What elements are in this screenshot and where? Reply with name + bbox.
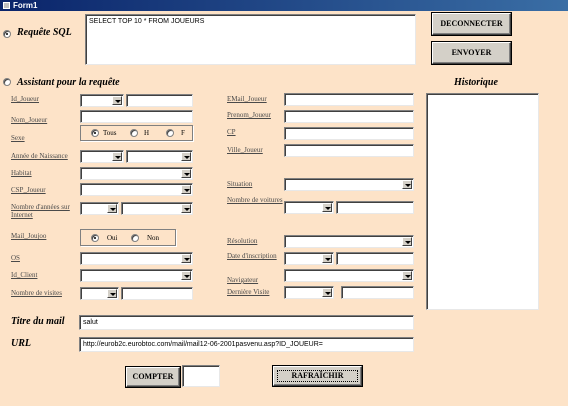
id-joueur-operator-combo[interactable] xyxy=(80,94,124,107)
label-navigateur: Navigateur xyxy=(227,276,259,284)
label-sexe: Sexe xyxy=(11,134,25,142)
sexe-tous-radio[interactable] xyxy=(91,129,99,137)
chevron-down-icon[interactable] xyxy=(112,96,122,105)
url-input[interactable]: http://eurob2c.eurobtoc.com/mail/mail12-… xyxy=(79,337,414,352)
cp-input[interactable] xyxy=(284,127,414,140)
id-joueur-input[interactable] xyxy=(126,94,193,107)
label-cp: CP xyxy=(227,128,236,136)
label-annee-naissance: Année de Naissance xyxy=(11,152,68,160)
assistant-heading: Assistant pour la requête xyxy=(17,77,120,88)
window-title: Form1 xyxy=(13,1,38,10)
count-button[interactable]: COMPTER xyxy=(126,367,180,387)
send-button[interactable]: ENVOYER xyxy=(432,42,511,64)
sql-heading: Requête SQL xyxy=(17,27,72,38)
mail-oui-radio[interactable] xyxy=(91,234,99,242)
chevron-down-icon[interactable] xyxy=(107,204,117,213)
navigateur-combo[interactable] xyxy=(284,269,414,282)
prenom-joueur-input[interactable] xyxy=(284,110,414,123)
mail-non-label: Non xyxy=(147,234,160,242)
situation-combo[interactable] xyxy=(284,178,414,191)
label-prenom-joueur: Prenom_Joueur xyxy=(227,111,271,119)
nom-joueur-input[interactable] xyxy=(80,110,193,123)
chevron-down-icon[interactable] xyxy=(112,152,122,161)
chevron-down-icon[interactable] xyxy=(322,288,332,297)
label-ville-joueur: Ville_Joueur xyxy=(227,146,263,154)
sexe-h-radio[interactable] xyxy=(130,129,138,137)
label-id-joueur: Id_Joueur xyxy=(11,95,39,103)
disconnect-button[interactable]: DECONNECTER xyxy=(432,13,511,35)
csp-combo[interactable] xyxy=(80,183,193,196)
chevron-down-icon[interactable] xyxy=(402,180,412,189)
chevron-down-icon[interactable] xyxy=(402,237,412,246)
derniere-visite-input[interactable] xyxy=(341,286,414,299)
window-icon xyxy=(3,2,10,9)
label-email-joueur: EMail_Joueur xyxy=(227,95,267,103)
chevron-down-icon[interactable] xyxy=(402,271,412,280)
label-situation: Situation xyxy=(227,180,253,188)
resolution-combo[interactable] xyxy=(284,235,414,248)
label-derniere-visite: Dernière Visite xyxy=(227,288,270,296)
chevron-down-icon[interactable] xyxy=(181,152,191,161)
sql-mode-radio[interactable] xyxy=(3,30,11,38)
nb-visites-operator-combo[interactable] xyxy=(80,287,119,300)
mail-title-input[interactable]: salut xyxy=(79,315,414,330)
chevron-down-icon[interactable] xyxy=(181,185,191,194)
chevron-down-icon[interactable] xyxy=(181,271,191,280)
history-heading: Historique xyxy=(454,77,498,88)
date-inscription-operator-combo[interactable] xyxy=(284,252,334,265)
nb-voitures-operator-combo[interactable] xyxy=(284,201,334,214)
label-id-client: Id_Client xyxy=(11,271,38,279)
title-bar: Form1 xyxy=(0,0,568,11)
id-client-combo[interactable] xyxy=(80,269,193,282)
chevron-down-icon[interactable] xyxy=(322,254,332,263)
sexe-f-label: F xyxy=(181,129,185,137)
chevron-down-icon[interactable] xyxy=(107,289,117,298)
chevron-down-icon[interactable] xyxy=(181,169,191,178)
os-combo[interactable] xyxy=(80,252,193,265)
habitat-combo[interactable] xyxy=(80,167,193,180)
annee-operator-combo[interactable] xyxy=(80,150,124,163)
mail-title-label: Titre du mail xyxy=(11,316,65,327)
label-mail-joujoo: Mail_Joujoo xyxy=(11,232,47,240)
mail-non-radio[interactable] xyxy=(131,234,139,242)
label-nb-visites: Nombre de visites xyxy=(11,289,62,297)
label-nb-annees-internet: Nombre d'années sur Internet xyxy=(11,203,70,219)
count-result-field xyxy=(182,365,220,387)
sexe-f-radio[interactable] xyxy=(166,129,174,137)
chevron-down-icon[interactable] xyxy=(181,254,191,263)
sexe-tous-label: Tous xyxy=(103,129,117,137)
nb-annees-value-combo[interactable] xyxy=(121,202,193,215)
refresh-button[interactable]: RAFRAÎCHIR xyxy=(273,366,362,386)
sql-query-textarea[interactable]: SELECT TOP 10 * FROM JOUEURS xyxy=(85,14,416,65)
email-joueur-input[interactable] xyxy=(284,93,414,106)
label-resolution: Résolution xyxy=(227,237,258,245)
derniere-visite-operator-combo[interactable] xyxy=(284,286,334,299)
label-date-inscription: Date d'inscription xyxy=(227,252,277,260)
mail-oui-label: Oui xyxy=(107,234,118,242)
label-csp-joueur: CSP_Joueur xyxy=(11,186,46,194)
history-list[interactable] xyxy=(426,93,539,310)
nb-annees-operator-combo[interactable] xyxy=(80,202,119,215)
label-os: OS xyxy=(11,254,20,262)
annee-value-combo[interactable] xyxy=(126,150,193,163)
sexe-h-label: H xyxy=(144,129,150,137)
nb-visites-input[interactable] xyxy=(121,287,193,300)
label-habitat: Habitat xyxy=(11,169,32,177)
chevron-down-icon[interactable] xyxy=(181,204,191,213)
ville-joueur-input[interactable] xyxy=(284,144,414,157)
label-nb-voitures: Nombre de voitures xyxy=(227,196,283,204)
assistant-mode-radio[interactable] xyxy=(3,78,11,86)
date-inscription-input[interactable] xyxy=(336,252,414,265)
nb-voitures-input[interactable] xyxy=(336,201,414,214)
url-label: URL xyxy=(11,338,31,349)
label-nom-joueur: Nom_Joueur xyxy=(11,116,48,124)
chevron-down-icon[interactable] xyxy=(322,203,332,212)
